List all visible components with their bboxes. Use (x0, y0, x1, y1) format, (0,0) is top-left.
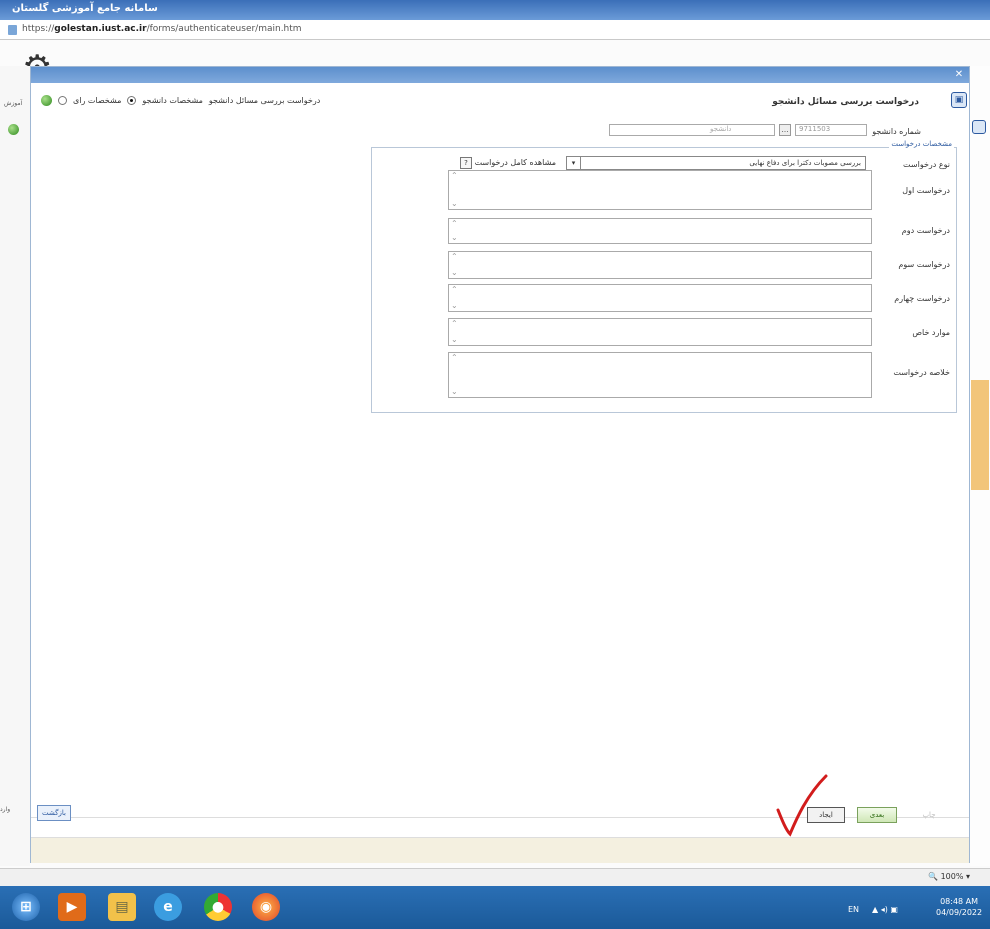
clock-date: 04/09/2022 (936, 908, 983, 917)
special-cases-textarea[interactable]: ⌃ ⌄ (448, 318, 872, 346)
status-bar: 🔍 100% ▾ (0, 868, 990, 886)
tray-language[interactable]: EN (848, 905, 859, 914)
full-view-button[interactable]: ? (460, 157, 472, 169)
left-panel-label: آموزش (4, 100, 23, 107)
view-radio-group: مشخصات رای مشخصات دانشجو درخواست بررسی م… (41, 95, 320, 106)
special-cases-label: موارد خاص (912, 328, 950, 337)
media-player-icon[interactable]: ▶ (58, 893, 86, 921)
close-icon[interactable]: ✕ (953, 69, 965, 81)
full-view-label: مشاهده کامل درخواست (474, 158, 556, 167)
file-explorer-icon[interactable]: ▤ (108, 893, 136, 921)
start-button-icon[interactable]: ⊞ (12, 893, 40, 921)
clock-time: 08:48 AM (940, 897, 979, 906)
tray-icons[interactable]: ▲ ◂) ▣ (872, 905, 898, 914)
request-4-textarea[interactable]: ⌃ ⌄ (448, 284, 872, 312)
zoom-level[interactable]: 🔍 100% ▾ (928, 872, 970, 881)
return-button[interactable]: بازگشت (37, 805, 71, 821)
next-button[interactable]: بعدی (857, 807, 897, 823)
left-panel (0, 66, 30, 866)
request-dialog: ✕ ▣ درخواست بررسی مسائل دانشجو مشخصات را… (30, 66, 970, 863)
checkmark-annotation-icon (776, 774, 828, 837)
lookup-button[interactable]: … (779, 124, 791, 136)
radio-vote-label: مشخصات رای (73, 96, 122, 105)
radio-student-label: مشخصات دانشجو (142, 96, 203, 105)
student-name-field: دانشجو (609, 124, 775, 136)
request-spec-box: مشخصات درخواست نوع درخواست ▾ بررسی مصوبا… (371, 140, 957, 413)
radio-request-label: درخواست بررسی مسائل دانشجو (208, 96, 321, 105)
right-menu-icon[interactable] (972, 120, 986, 134)
student-no-field[interactable]: 9711503 (795, 124, 867, 136)
page-icon (8, 25, 17, 35)
ok-icon (41, 95, 52, 106)
request-4-label: درخواست چهارم (894, 294, 950, 303)
request-1-label: درخواست اول (902, 186, 950, 195)
taskbar (0, 886, 990, 929)
request-3-textarea[interactable]: ⌃ ⌄ (448, 251, 872, 279)
request-1-textarea[interactable]: ⌃ ⌄ (448, 170, 872, 210)
status-icon (8, 124, 19, 135)
tray-clock[interactable]: 08:48 AM 04/09/2022 (936, 896, 982, 918)
request-type-label: نوع درخواست (903, 160, 950, 169)
radio-student[interactable] (127, 96, 137, 105)
left-bottom-label: وارد (0, 806, 11, 813)
address-bar[interactable]: https://golestan.iust.ac.ir/forms/authen… (0, 20, 990, 40)
dialog-title-icon: ▣ (951, 92, 967, 108)
spec-legend: مشخصات درخواست (889, 140, 954, 148)
print-button[interactable]: چاپ (911, 808, 947, 822)
request-2-label: درخواست دوم (901, 226, 950, 235)
request-type-value: بررسی مصوبات دکترا برای دفاع نهایی (749, 159, 861, 167)
chevron-down-icon[interactable]: ▾ (567, 157, 581, 169)
request-3-label: درخواست سوم (898, 260, 950, 269)
request-summary-label: خلاصه درخواست (893, 368, 950, 377)
window-title: سامانه جامع آموزشی گلستان (12, 3, 158, 14)
right-menu-highlight (971, 380, 989, 490)
request-type-select[interactable]: ▾ بررسی مصوبات دکترا برای دفاع نهایی (566, 156, 866, 170)
student-no-label: شماره دانشجو (872, 127, 921, 136)
request-2-textarea[interactable]: ⌃ ⌄ (448, 218, 872, 244)
dialog-header: ✕ (31, 67, 969, 83)
radio-vote[interactable] (58, 96, 67, 105)
window-title-bar: سامانه جامع آموزشی گلستان (0, 0, 990, 20)
url-text[interactable]: https://golestan.iust.ac.ir/forms/authen… (22, 24, 302, 34)
dialog-title: درخواست بررسی مسائل دانشجو (772, 97, 919, 107)
internet-explorer-icon[interactable]: e (154, 893, 182, 921)
chrome-icon[interactable]: ● (204, 893, 232, 921)
request-summary-textarea[interactable]: ⌃ ⌄ (448, 352, 872, 398)
firefox-icon[interactable]: ◉ (252, 893, 280, 921)
